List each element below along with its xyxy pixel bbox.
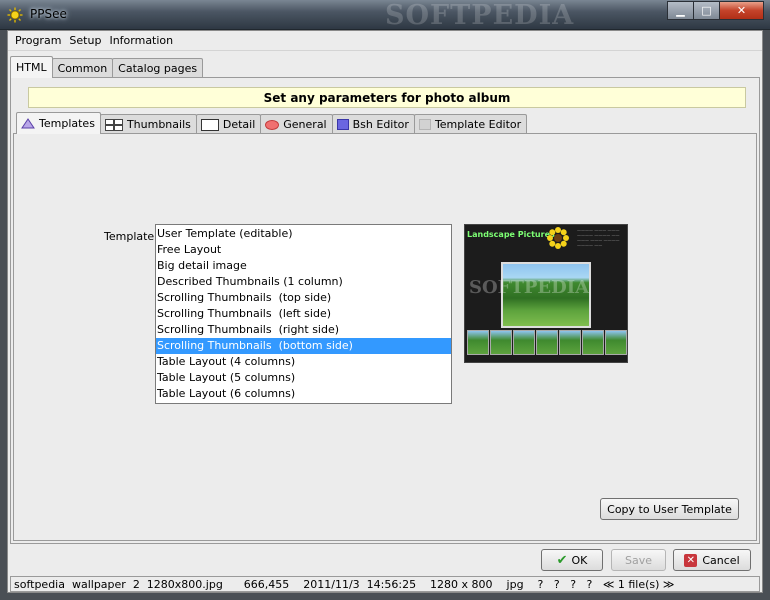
top-tab-strip: HTML Common Catalog pages	[10, 56, 204, 78]
tab-general[interactable]: General	[260, 114, 333, 134]
minimize-button[interactable]: ▁	[667, 1, 694, 20]
frame-icon	[200, 118, 219, 131]
template-listbox[interactable]: User Template (editable) Free Layout Big d…	[155, 224, 452, 404]
preview-title: Landscape Pictures	[467, 230, 555, 239]
preview-thumb	[536, 330, 558, 355]
tab-template-editor-label: Template Editor	[434, 118, 522, 131]
close-button[interactable]: ✕	[719, 1, 764, 20]
cancel-x-icon: ✕	[684, 553, 698, 567]
ok-button[interactable]: ✔ OK	[541, 549, 603, 571]
cancel-button[interactable]: ✕ Cancel	[673, 549, 751, 571]
checkmark-icon: ✔	[556, 552, 568, 568]
template-list-item[interactable]: Scrolling Thumbnails (bottom side)	[156, 338, 451, 354]
menu-program[interactable]: Program	[11, 34, 65, 47]
ok-label: OK	[571, 553, 588, 567]
tab-detail-label: Detail	[222, 118, 256, 131]
template-list-item[interactable]: Scrolling Thumbnails (top side)	[156, 290, 451, 306]
save-button[interactable]: Save	[611, 549, 666, 571]
tab-detail[interactable]: Detail	[195, 114, 262, 134]
preview-thumb	[467, 330, 489, 355]
tab-templates[interactable]: Templates	[16, 112, 101, 134]
parameters-banner: Set any parameters for photo album	[28, 87, 746, 108]
template-list-item[interactable]: User Template (editable)	[156, 226, 451, 242]
window-title: PPSee	[30, 7, 67, 21]
app-sun-icon	[7, 7, 23, 23]
preview-info-lines: ———— ——— ——— ———— ———— —— ——— ——— ———— ————…	[577, 228, 620, 248]
templates-tab-page: Template: User Template (editable) Free L…	[13, 133, 757, 541]
preview-thumb	[559, 330, 581, 355]
cancel-label: Cancel	[702, 553, 740, 567]
tab-catalog-pages[interactable]: Catalog pages	[112, 58, 204, 78]
template-list-item[interactable]: Scrolling Thumbnails (right side)	[156, 322, 451, 338]
copy-to-user-template-button[interactable]: Copy to User Template	[600, 498, 739, 520]
preview-watermark: SOFTPEDIA	[469, 277, 590, 298]
maximize-button[interactable]: □	[693, 1, 720, 20]
main-window: Program Setup Information HTML Common Ca…	[7, 30, 763, 593]
grid-icon	[104, 118, 123, 131]
preview-thumbnail-strip	[467, 330, 627, 355]
status-bar: softpedia wallpaper 2 1280x800.jpg 666,4…	[10, 576, 760, 592]
tab-thumbnails-label: Thumbnails	[126, 118, 191, 131]
template-list-item[interactable]: Table Layout (5 columns)	[156, 370, 451, 386]
template-list-item[interactable]: Scrolling Thumbnails (left side)	[156, 306, 451, 322]
sunflower-icon	[547, 227, 569, 249]
minimize-icon: ▁	[676, 4, 685, 17]
preview-thumb	[490, 330, 512, 355]
tab-general-label: General	[283, 118, 327, 131]
menu-bar: Program Setup Information	[8, 31, 762, 51]
template-label: Template:	[104, 230, 158, 243]
preview-thumb	[513, 330, 535, 355]
ellipse-icon	[265, 119, 280, 130]
tab-bsh-editor[interactable]: Bsh Editor	[331, 114, 415, 134]
close-icon: ✕	[736, 4, 747, 17]
template-preview: Landscape Pictures ———— ——— ——— ———— ————…	[464, 224, 628, 363]
title-bar[interactable]: PPSee SOFTPEDIA ▁ □ ✕	[0, 0, 770, 31]
gray-square-icon	[418, 119, 431, 130]
menu-setup[interactable]: Setup	[65, 34, 105, 47]
sub-tab-strip: Templates Thumbnails Detail General Bsh …	[16, 112, 528, 134]
tab-template-editor[interactable]: Template Editor	[413, 114, 528, 134]
template-list-item[interactable]: Table Layout (6 columns)	[156, 386, 451, 402]
menu-information[interactable]: Information	[105, 34, 177, 47]
tab-thumbnails[interactable]: Thumbnails	[99, 114, 197, 134]
square-icon	[336, 119, 349, 130]
tab-templates-label: Templates	[39, 117, 95, 130]
tab-bsh-editor-label: Bsh Editor	[352, 118, 409, 131]
template-list-item[interactable]: Free Layout	[156, 242, 451, 258]
template-list-item[interactable]: Big detail image	[156, 258, 451, 274]
preview-thumb	[605, 330, 627, 355]
maximize-icon: □	[701, 4, 712, 17]
html-tab-page: Set any parameters for photo album Templ…	[10, 77, 760, 544]
template-list-item[interactable]: Table Layout (4 columns)	[156, 354, 451, 370]
tab-html[interactable]: HTML	[10, 56, 53, 78]
triangle-icon	[21, 118, 35, 129]
softpedia-watermark: SOFTPEDIA	[385, 0, 575, 31]
template-list-item[interactable]: Described Thumbnails (1 column)	[156, 274, 451, 290]
tab-common[interactable]: Common	[51, 58, 114, 78]
preview-thumb	[582, 330, 604, 355]
